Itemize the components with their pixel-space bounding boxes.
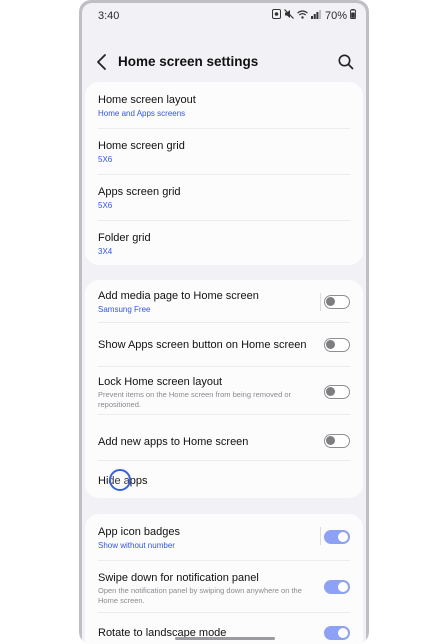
apps-screen-grid-row[interactable]: Apps screen grid 5X6	[85, 174, 363, 220]
lock-layout-toggle[interactable]	[324, 385, 350, 399]
row-title: Apps screen grid	[98, 186, 181, 198]
row-title: Show Apps screen button on Home screen	[98, 339, 307, 351]
home-screen-layout-row[interactable]: Home screen layout Home and Apps screens	[85, 82, 363, 128]
row-value: Home and Apps screens	[98, 109, 186, 118]
home-options-card: Add media page to Home screen Samsung Fr…	[85, 280, 363, 498]
row-value: 3X4	[98, 247, 113, 256]
row-value: 5X6	[98, 201, 113, 210]
row-value: 5X6	[98, 155, 113, 164]
mute-icon	[284, 9, 294, 22]
row-description: Prevent items on the Home screen from be…	[98, 390, 292, 409]
status-time: 3:40	[98, 10, 120, 22]
app-icon-badges-toggle[interactable]	[324, 530, 350, 544]
touch-indicator	[109, 469, 131, 491]
search-icon[interactable]	[336, 52, 356, 72]
home-screen-grid-row[interactable]: Home screen grid 5X6	[85, 128, 363, 174]
show-apps-button-row[interactable]: Show Apps screen button on Home screen	[85, 322, 363, 366]
vertical-separator	[320, 527, 321, 545]
photo-notification-icon	[271, 9, 281, 22]
app-bar: Home screen settings	[82, 47, 366, 77]
show-apps-button-toggle[interactable]	[324, 338, 350, 352]
lock-layout-row[interactable]: Lock Home screen layout Prevent items on…	[85, 366, 363, 414]
row-title: Home screen layout	[98, 94, 196, 106]
row-title: Folder grid	[98, 232, 151, 244]
add-media-page-row[interactable]: Add media page to Home screen Samsung Fr…	[85, 280, 363, 322]
add-new-apps-row[interactable]: Add new apps to Home screen	[85, 414, 363, 458]
row-title: Add media page to Home screen	[98, 290, 259, 302]
row-value: Samsung Free	[98, 305, 151, 314]
wifi-icon	[297, 9, 308, 22]
row-value: Show without number	[98, 541, 175, 550]
screen: 3:40 70% Home screen settings Home scree…	[82, 3, 366, 644]
row-title: Swipe down for notification panel	[98, 572, 259, 584]
status-bar: 3:40 70%	[82, 3, 366, 29]
row-title: Add new apps to Home screen	[98, 436, 249, 448]
swipe-down-notification-toggle[interactable]	[324, 580, 350, 594]
row-title: Home screen grid	[98, 140, 185, 152]
signal-icon	[310, 9, 321, 22]
battery-icon	[350, 9, 356, 22]
add-media-page-toggle[interactable]	[324, 295, 350, 309]
row-title: App icon badges	[98, 526, 180, 538]
swipe-down-notification-row[interactable]: Swipe down for notification panel Open t…	[85, 560, 363, 612]
folder-grid-row[interactable]: Folder grid 3X4	[85, 220, 363, 265]
grid-settings-card: Home screen layout Home and Apps screens…	[85, 82, 363, 265]
gesture-bar[interactable]	[175, 637, 275, 640]
battery-percent: 70%	[324, 9, 347, 22]
rotate-landscape-toggle[interactable]	[324, 626, 350, 640]
row-title: Lock Home screen layout	[98, 376, 223, 388]
page-title: Home screen settings	[118, 54, 259, 69]
vertical-separator	[320, 293, 321, 311]
phone-frame: 3:40 70% Home screen settings Home scree…	[79, 0, 369, 644]
app-icon-badges-row[interactable]: App icon badges Show without number	[85, 514, 363, 560]
notification-options-card: App icon badges Show without number Swip…	[85, 514, 363, 644]
status-icons: 70%	[271, 9, 356, 22]
back-arrow-icon[interactable]	[92, 52, 112, 72]
add-new-apps-toggle[interactable]	[324, 434, 350, 448]
row-description: Open the notification panel by swiping d…	[98, 586, 302, 605]
